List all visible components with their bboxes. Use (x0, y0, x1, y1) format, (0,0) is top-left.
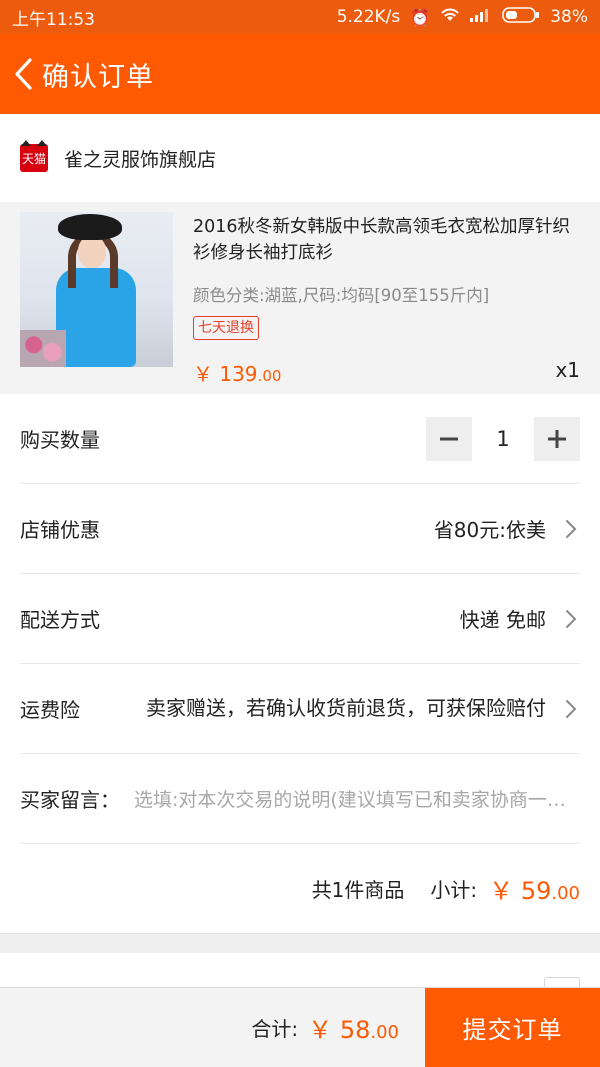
section-divider (0, 935, 600, 953)
battery-icon (502, 6, 540, 28)
decrement-button[interactable] (426, 416, 472, 461)
delivery-method-value: 快递 免邮 (459, 608, 546, 632)
total-amount: ￥ 58.00 (308, 1016, 399, 1044)
product-thumbnail (20, 212, 173, 367)
status-bar: 上午11:53 5.22K/s ⏰ 38% (0, 0, 600, 34)
quantity-row: 购买数量 1 (20, 394, 580, 484)
product-card[interactable]: 2016秋冬新女韩版中长款高领毛衣宽松加厚针织衫修身长袖打底衫 颜色分类:湖蓝,… (0, 202, 600, 394)
store-discount-value: 省80元:依美 (433, 518, 546, 542)
increment-button[interactable] (534, 416, 580, 461)
submit-order-button[interactable]: 提交订单 (425, 987, 600, 1067)
subtotal-amount: ￥ 59.00 (489, 877, 580, 905)
product-quantity: x1 (555, 358, 580, 382)
wifi-icon (440, 7, 460, 28)
buyer-message-input[interactable]: 选填:对本次交易的说明(建议填写已和卖家协商一致的内容) (134, 785, 580, 812)
delivery-method-label: 配送方式 (20, 608, 100, 632)
minus-icon (440, 437, 458, 440)
battery-percent: 38% (550, 7, 588, 27)
status-time: 上午11:53 (12, 9, 95, 30)
store-discount-label: 店铺优惠 (20, 518, 100, 542)
product-spec: 颜色分类:湖蓝,尺码:均码[90至155斤内] (193, 286, 490, 305)
order-total: 合计: ￥ 58.00 (0, 1010, 425, 1045)
signal-icon (470, 7, 492, 27)
subtotal-label: 小计: (430, 878, 478, 902)
network-speed: 5.22K/s (336, 7, 401, 27)
subtotal-row: 共1件商品 小计: ￥ 59.00 (0, 844, 600, 934)
shipping-insurance-value: 卖家赠送，若确认收货前退货，可获保险赔付 (146, 696, 546, 720)
delivery-method-row[interactable]: 配送方式 快递 免邮 (20, 574, 580, 664)
quantity-stepper: 1 (426, 416, 580, 461)
tmall-logo-icon: 天猫 (20, 140, 48, 172)
buyer-message-row: 买家留言： 选填:对本次交易的说明(建议填写已和卖家协商一致的内容) (20, 754, 580, 844)
app-bar: 确认订单 (0, 34, 600, 114)
total-label: 合计: (251, 1017, 299, 1041)
quantity-label: 购买数量 (20, 428, 100, 452)
plus-icon (548, 429, 566, 448)
checkout-bar: 合计: ￥ 58.00 提交订单 (0, 987, 600, 1067)
next-section (0, 953, 600, 993)
product-title: 2016秋冬新女韩版中长款高领毛衣宽松加厚针织衫修身长袖打底衫 (193, 217, 571, 263)
shipping-insurance-label: 运费险 (20, 698, 80, 722)
shop-header[interactable]: 天猫 雀之灵服饰旗舰店 (0, 114, 600, 202)
order-options: 购买数量 1 店铺优惠 省80元:依美 配送方式 快递 免邮 运费险 卖家赠送，… (0, 394, 600, 934)
buyer-message-label: 买家留言： (20, 788, 120, 812)
product-price: ￥ 139.00 (193, 362, 282, 386)
item-count: 共1件商品 (311, 878, 405, 902)
page-title: 确认订单 (42, 61, 154, 93)
shipping-insurance-row[interactable]: 运费险 卖家赠送，若确认收货前退货，可获保险赔付 (20, 664, 580, 754)
alarm-icon: ⏰ (410, 7, 431, 27)
chevron-right-icon (566, 609, 577, 628)
chevron-right-icon (566, 519, 577, 538)
quantity-value: 1 (496, 426, 510, 451)
chevron-left-icon (15, 58, 32, 90)
chevron-right-icon (566, 699, 577, 718)
shop-name: 雀之灵服饰旗舰店 (64, 148, 217, 171)
back-button[interactable] (4, 34, 42, 114)
store-discount-row[interactable]: 店铺优惠 省80元:依美 (20, 484, 580, 574)
return-policy-badge: 七天退换 (193, 316, 259, 340)
